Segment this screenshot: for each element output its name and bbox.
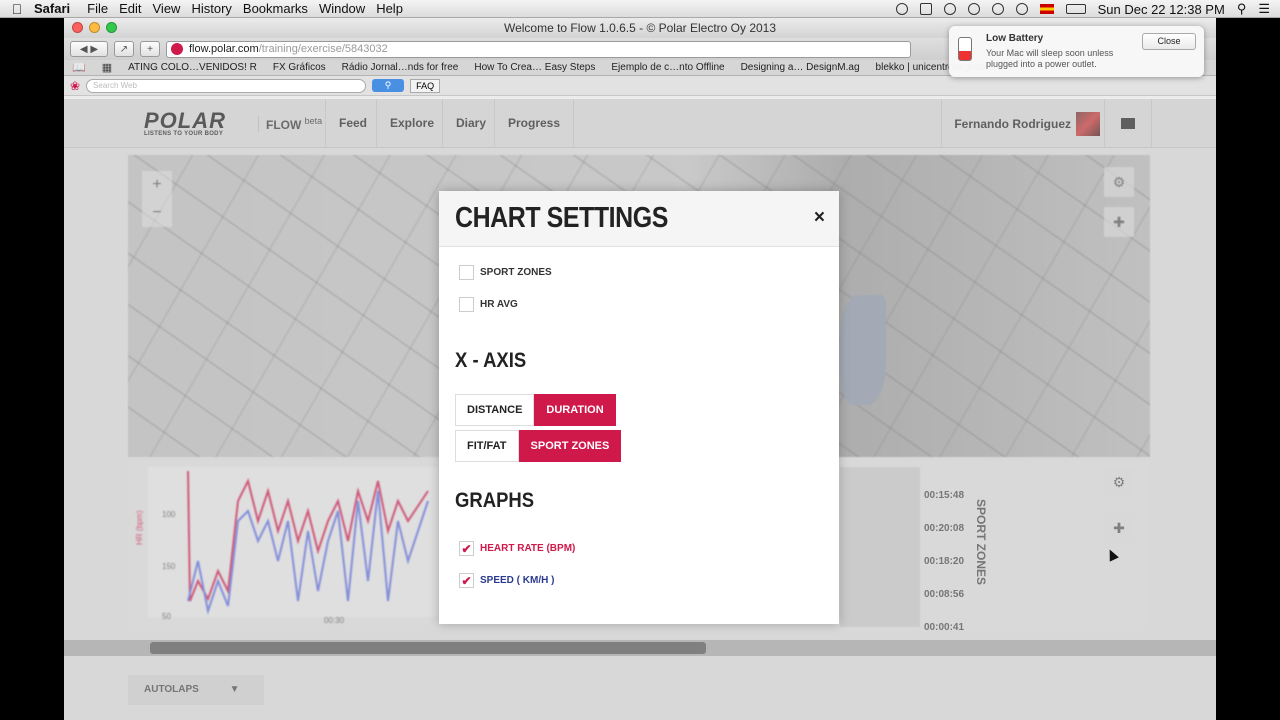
search-button[interactable]: ⚲ bbox=[372, 79, 405, 92]
bookmark-item[interactable]: FX Gráficos bbox=[273, 62, 326, 73]
modal-header: CHART SETTINGS × bbox=[439, 191, 839, 247]
window-title: Welcome to Flow 1.0.6.5 - © Polar Electr… bbox=[503, 21, 777, 35]
faq-button[interactable]: FAQ bbox=[410, 78, 441, 93]
url-host: flow.polar.com bbox=[189, 43, 259, 55]
battery-icon[interactable] bbox=[1065, 4, 1086, 14]
low-battery-notification: Low Battery Your Mac will sleep soon unl… bbox=[949, 26, 1204, 77]
toolbar-logo-icon: ❀ bbox=[70, 78, 81, 93]
address-bar[interactable]: flow.polar.com/training/exercise/5843032 bbox=[166, 40, 911, 58]
apple-menu-icon[interactable]:  bbox=[0, 1, 34, 17]
minimize-window-icon[interactable] bbox=[89, 22, 100, 33]
menu-bookmarks[interactable]: Bookmarks bbox=[243, 1, 319, 16]
record-icon[interactable] bbox=[895, 3, 908, 15]
bookmark-item[interactable]: ATING COLO…VENIDOS! R bbox=[128, 62, 257, 73]
sport-zones-label: SPORT ZONES bbox=[480, 267, 552, 278]
bookmark-item[interactable]: Ejemplo de c…nto Offline bbox=[611, 62, 724, 73]
chart-settings-modal: CHART SETTINGS × SPORT ZONES HR AVG X - … bbox=[439, 191, 839, 624]
hr-avg-label: HR AVG bbox=[480, 299, 518, 310]
drive-icon[interactable] bbox=[919, 3, 932, 15]
battery-warning-icon bbox=[958, 37, 972, 61]
new-tab-button[interactable]: + bbox=[140, 41, 160, 57]
menu-view[interactable]: View bbox=[153, 1, 192, 16]
flow-page: POLAR LISTENS TO YOUR BODY FLOW beta Fee… bbox=[64, 99, 1216, 720]
bookmark-item[interactable]: Rádio Jornal…nds for free bbox=[342, 62, 459, 73]
site-favicon-icon bbox=[171, 43, 183, 55]
menu-app-name[interactable]: Safari bbox=[34, 1, 87, 16]
share-button[interactable]: ↗ bbox=[114, 41, 134, 57]
back-forward-buttons[interactable]: ◀ ▶ bbox=[70, 41, 108, 57]
xaxis-heading: X - AXIS bbox=[455, 349, 527, 372]
xaxis-toggle-row-1: DISTANCE DURATION bbox=[455, 394, 616, 426]
speed-checkbox[interactable]: ✔ bbox=[459, 573, 474, 588]
notification-body: Your Mac will sleep soon unless plugged … bbox=[986, 48, 1114, 69]
wifi-icon[interactable] bbox=[991, 3, 1004, 15]
notification-title: Low Battery bbox=[986, 33, 1044, 44]
bookmark-item[interactable]: How To Crea… Easy Steps bbox=[474, 62, 595, 73]
close-window-icon[interactable] bbox=[72, 22, 83, 33]
sport-zones-checkbox[interactable] bbox=[459, 265, 474, 280]
reading-list-icon[interactable]: 📖 bbox=[72, 61, 86, 74]
volume-icon[interactable] bbox=[1015, 3, 1028, 15]
speed-option[interactable]: ✔ SPEED ( KM/H ) bbox=[459, 573, 554, 588]
heart-rate-label: HEART RATE (BPM) bbox=[480, 543, 576, 554]
modal-title: CHART SETTINGS bbox=[455, 202, 668, 234]
graphs-heading: GRAPHS bbox=[455, 489, 535, 512]
xaxis-duration-button[interactable]: DURATION bbox=[534, 394, 616, 426]
input-flag-icon[interactable] bbox=[1039, 4, 1054, 14]
browser-window: Welcome to Flow 1.0.6.5 - © Polar Electr… bbox=[64, 18, 1216, 720]
fit-fat-button[interactable]: FIT/FAT bbox=[455, 430, 519, 462]
menu-help[interactable]: Help bbox=[376, 1, 414, 16]
menu-bar:  Safari File Edit View History Bookmark… bbox=[0, 0, 1280, 18]
heart-rate-option[interactable]: ✔ HEART RATE (BPM) bbox=[459, 541, 575, 556]
xaxis-distance-button[interactable]: DISTANCE bbox=[455, 394, 535, 426]
close-icon[interactable]: × bbox=[814, 207, 825, 229]
menu-edit[interactable]: Edit bbox=[119, 1, 152, 16]
top-sites-icon[interactable]: ▦ bbox=[102, 61, 112, 74]
search-toolbar: ❀ Search Web ⚲ FAQ bbox=[64, 76, 1216, 96]
hr-avg-option[interactable]: HR AVG bbox=[459, 297, 518, 312]
spotlight-icon[interactable]: ⚲ bbox=[1237, 1, 1247, 17]
zoom-window-icon[interactable] bbox=[106, 22, 117, 33]
menu-file[interactable]: File bbox=[87, 1, 119, 16]
hr-avg-checkbox[interactable] bbox=[459, 297, 474, 312]
xaxis-toggle-row-2: FIT/FAT SPORT ZONES bbox=[455, 430, 622, 462]
time-machine-icon[interactable] bbox=[943, 3, 956, 15]
sport-zones-option[interactable]: SPORT ZONES bbox=[459, 265, 552, 280]
menu-history[interactable]: History bbox=[191, 1, 242, 16]
bluetooth-icon[interactable] bbox=[967, 3, 980, 15]
url-path: /training/exercise/5843032 bbox=[258, 43, 388, 55]
menu-window[interactable]: Window bbox=[319, 1, 376, 16]
notification-close-button[interactable]: Close bbox=[1142, 33, 1196, 50]
notification-center-icon[interactable]: ☰ bbox=[1258, 1, 1270, 17]
heart-rate-checkbox[interactable]: ✔ bbox=[459, 541, 474, 556]
menu-clock[interactable]: Sun Dec 22 12:38 PM bbox=[1098, 2, 1225, 17]
bookmark-item[interactable]: Designing a… DesignM.ag bbox=[741, 62, 860, 73]
sport-zones-button[interactable]: SPORT ZONES bbox=[518, 430, 622, 462]
speed-label: SPEED ( KM/H ) bbox=[480, 575, 555, 586]
web-search-input[interactable]: Search Web bbox=[86, 78, 367, 93]
screen-edge bbox=[1216, 18, 1280, 720]
